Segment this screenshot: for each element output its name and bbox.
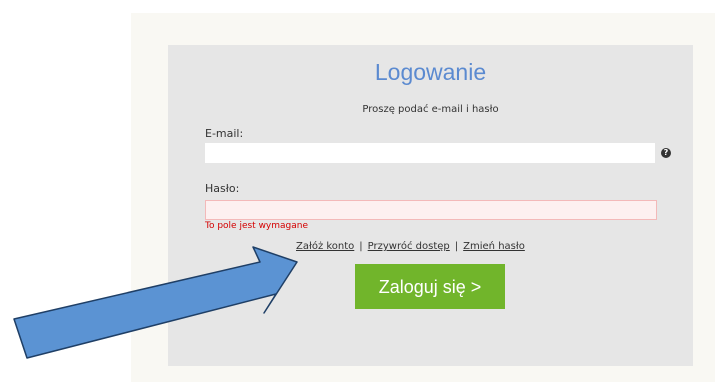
blue-arrow-icon (13, 246, 298, 359)
page: Logowanie Proszę podać e-mail i hasło E-… (0, 0, 715, 382)
